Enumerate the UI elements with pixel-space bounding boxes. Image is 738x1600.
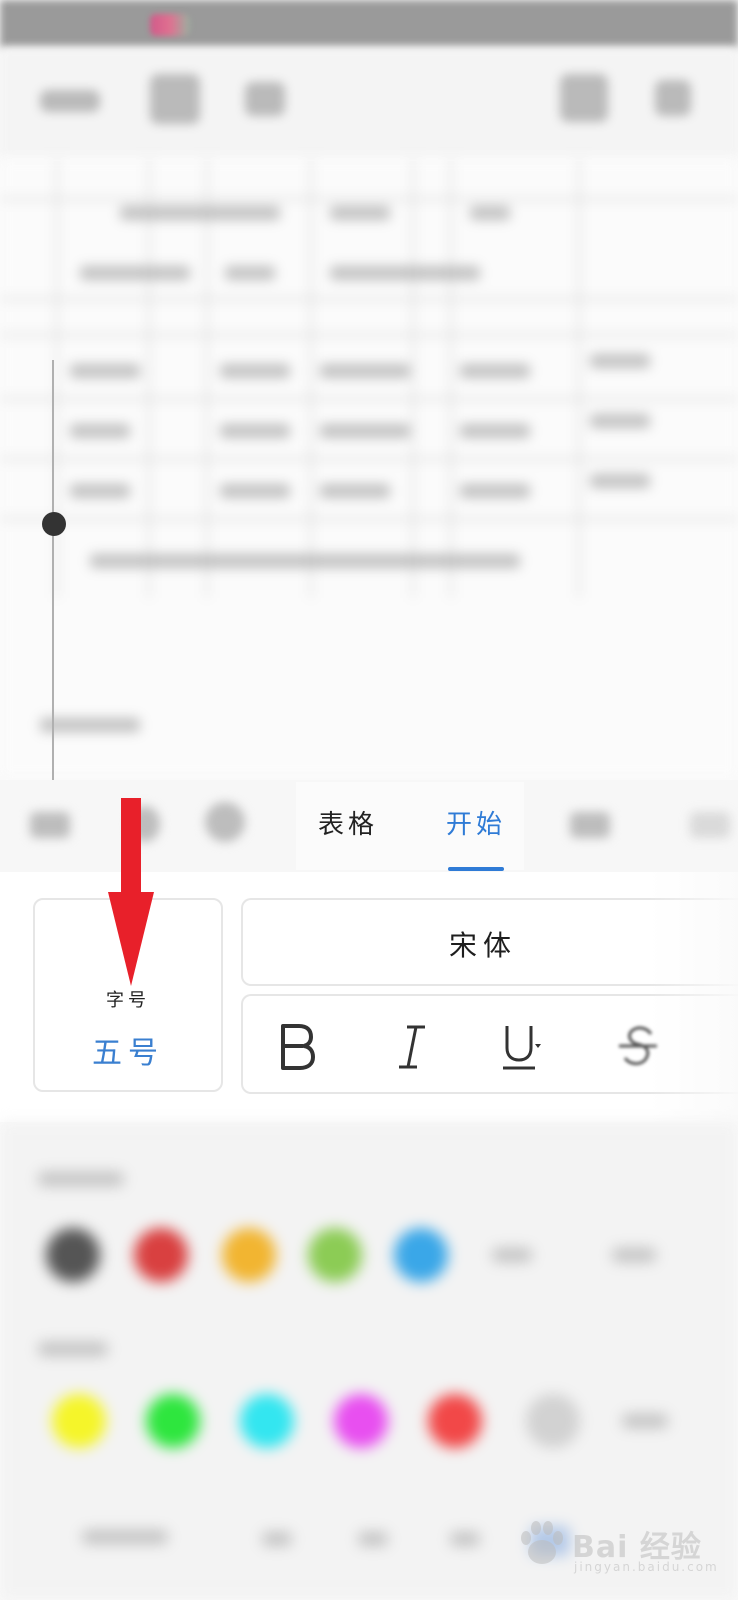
underline-button[interactable]: [495, 1018, 555, 1074]
underline-icon: [503, 1026, 541, 1070]
highlight-swatch[interactable]: [334, 1394, 388, 1448]
ruler-line: [52, 360, 54, 790]
italic-button[interactable]: [385, 1018, 445, 1074]
color-swatch[interactable]: [394, 1228, 448, 1282]
red-arrow-annotation: [108, 798, 154, 986]
watermark-url: jingyan.baidu.com: [574, 1560, 719, 1574]
font-family-value: 宋体: [449, 929, 518, 962]
italic-icon: [399, 1025, 425, 1069]
cursor-handle[interactable]: [42, 512, 66, 536]
highlight-swatch[interactable]: [428, 1394, 482, 1448]
font-size-label: 字号: [106, 990, 150, 1011]
document-sheet: [0, 158, 738, 778]
paw-logo-icon: [521, 1521, 563, 1564]
highlight-swatch[interactable]: [146, 1394, 200, 1448]
highlight-swatch[interactable]: [526, 1394, 580, 1448]
active-tab-indicator: [448, 867, 504, 871]
color-swatch[interactable]: [308, 1228, 362, 1282]
color-swatch[interactable]: [134, 1228, 188, 1282]
highlight-swatch[interactable]: [52, 1394, 106, 1448]
font-size-value: 五号: [92, 1036, 164, 1071]
baidu-watermark: Bai 经验 jingyan.baidu.com: [514, 1516, 724, 1582]
tab-start[interactable]: 开始: [446, 804, 506, 841]
color-swatch[interactable]: [222, 1228, 276, 1282]
status-bar: [0, 0, 738, 48]
app-icon: [150, 14, 190, 36]
highlight-swatch[interactable]: [240, 1394, 294, 1448]
bold-icon: [281, 1024, 315, 1070]
color-swatch[interactable]: [46, 1228, 100, 1282]
tab-table[interactable]: 表格: [318, 804, 378, 841]
bold-button[interactable]: [273, 1018, 333, 1074]
top-toolbar: [0, 48, 738, 158]
